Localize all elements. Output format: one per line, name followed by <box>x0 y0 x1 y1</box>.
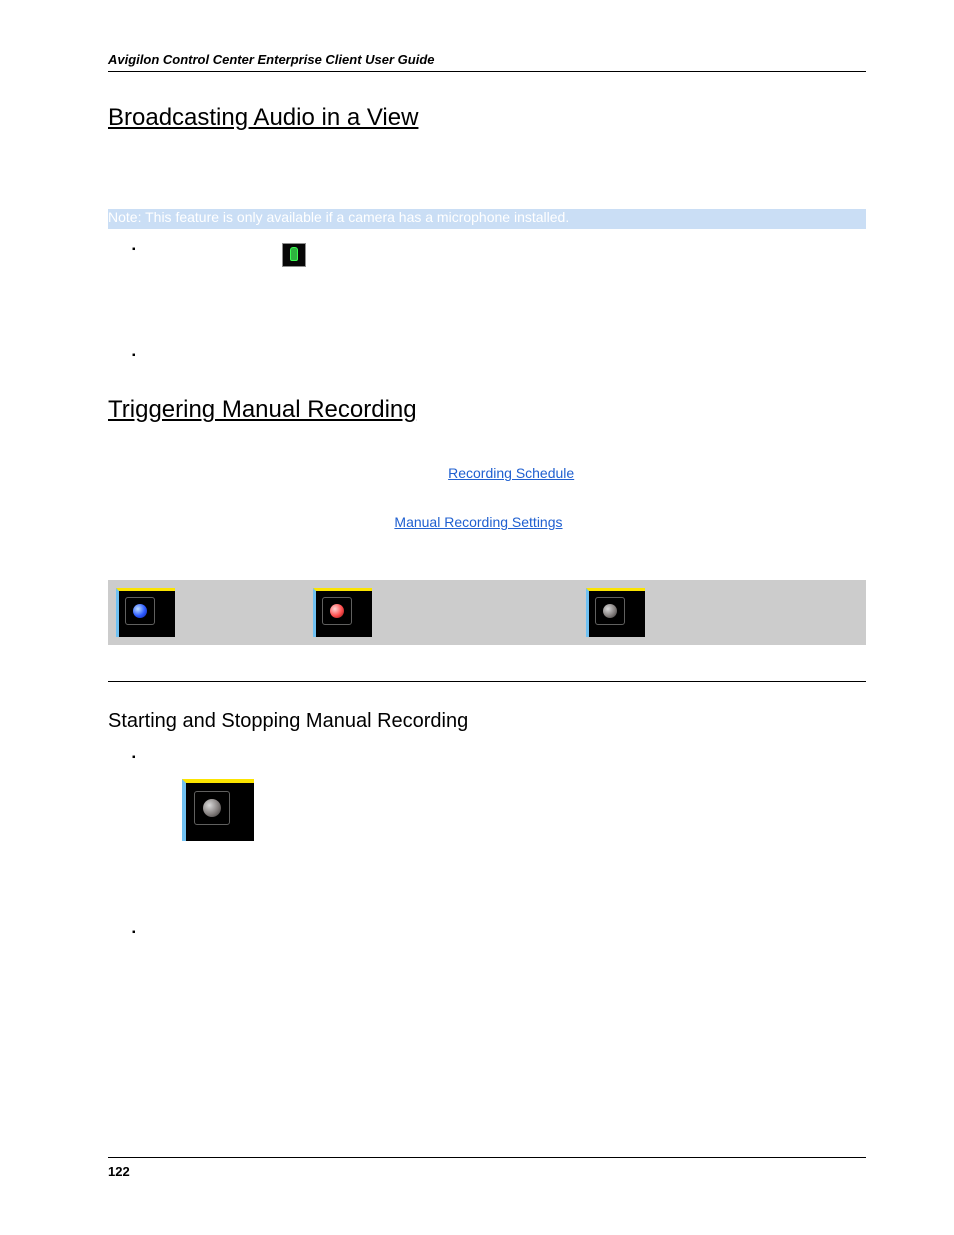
microphone-icon[interactable] <box>282 243 306 267</box>
document-header: Avigilon Control Center Enterprise Clien… <box>108 52 866 67</box>
indicator-notrecording-caption: Not recording <box>578 645 866 682</box>
header-rule <box>108 71 866 72</box>
para-manual2-pre: To change the manual recording settings,… <box>108 514 394 530</box>
para-indicator-intro: The Recording Indicator overlay must be … <box>108 543 866 563</box>
bullet-broadcast-stop: Click the button again to stop broadcast… <box>132 349 866 369</box>
dot-gray-icon <box>603 604 617 618</box>
indicator-event-header <box>305 580 578 645</box>
link-recording-schedule[interactable]: Recording Schedule <box>448 465 574 481</box>
dot-blue-icon <box>133 604 147 618</box>
recording-indicator-gray-icon <box>586 588 645 637</box>
bullet-start-text: In the image panel, click the Recording … <box>160 752 621 768</box>
indicator-event-caption: Recording triggered by an event <box>305 645 578 682</box>
bullet-start-post: The recording indicator is highlighted i… <box>160 859 866 898</box>
page-number: 122 <box>108 1164 866 1179</box>
indicator-notrecording-header <box>578 580 866 645</box>
bullet-broadcast-start: In the toolbar, click to broadcast audio… <box>132 243 866 321</box>
link-manual-recording-settings[interactable]: Manual Recording Settings <box>394 514 562 530</box>
indicator-recording-header <box>108 580 305 645</box>
footer-rule <box>108 1157 866 1158</box>
heading-manual-recording: Triggering Manual Recording <box>108 396 866 424</box>
recording-indicator-red-icon <box>313 588 372 637</box>
para-manual-settings: To change the manual recording settings,… <box>108 513 866 533</box>
note-label: Note: <box>108 209 141 225</box>
heading-broadcasting-audio: Broadcasting Audio in a View <box>108 104 866 132</box>
recording-indicator-table: Recording Recording triggered by an even… <box>108 580 866 682</box>
para-manual2-post: . <box>566 514 570 530</box>
dot-example-icon <box>203 799 221 817</box>
indicator-recording-caption: Recording <box>108 645 305 682</box>
recording-indicator-blue-icon <box>116 588 175 637</box>
bullet-start-recording: In the image panel, click the Recording … <box>132 751 866 898</box>
bullet-stop-recording: Click the Recording Indicator again to s… <box>132 926 866 946</box>
dot-red-icon <box>330 604 344 618</box>
page-footer: 122 <box>108 1157 866 1179</box>
bullet-text-pre: In the toolbar, click <box>160 246 280 262</box>
note-bar: Note: This feature is only available if … <box>108 209 866 229</box>
heading-start-stop: Starting and Stopping Manual Recording <box>108 710 866 733</box>
note-text: This feature is only available if a came… <box>145 209 569 225</box>
para-intro-audio: If there are speakers linked to your cam… <box>108 152 866 191</box>
recording-indicator-example-icon[interactable] <box>182 779 254 841</box>
para-manual-intro: Cameras are set to follow a recording sc… <box>108 444 866 503</box>
